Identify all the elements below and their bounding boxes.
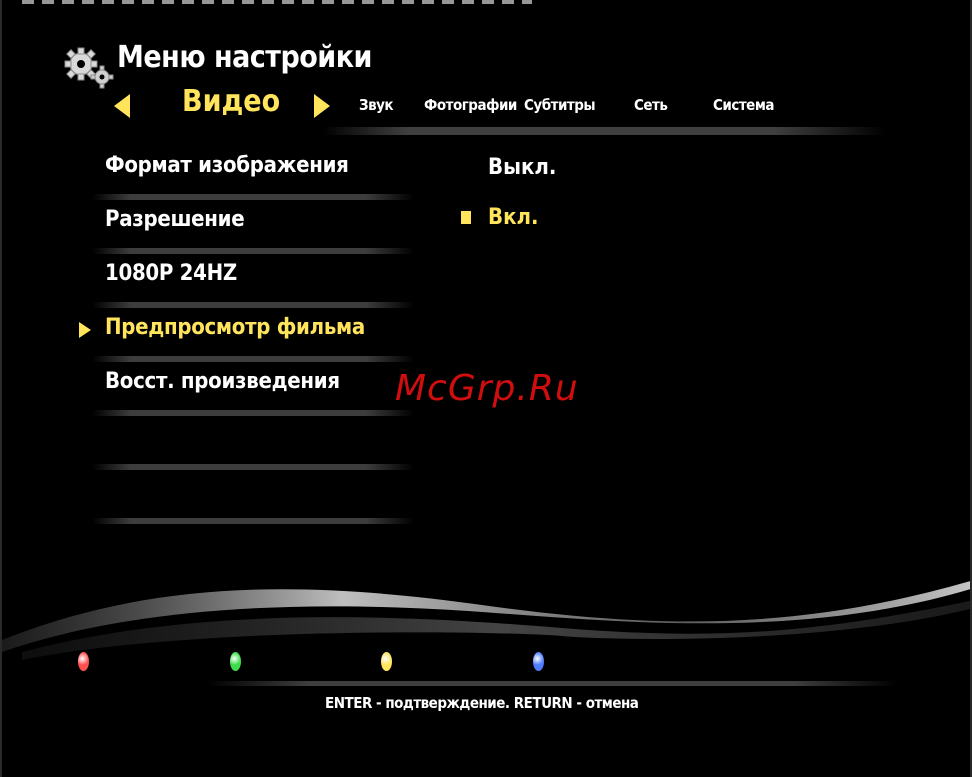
tab-subtitles[interactable]: Субтитры [524,96,596,114]
red-button-icon[interactable] [78,652,89,671]
row-divider [92,248,414,254]
menu-item-aspect-ratio[interactable]: Формат изображения [105,153,349,178]
option-off[interactable]: Выкл. [488,155,556,180]
selection-arrow-icon [79,322,91,338]
tab-video[interactable]: Видео [182,84,280,119]
decorative-wave [2,581,970,660]
option-on[interactable]: Вкл. [488,205,539,230]
footer-hint: ENTER - подтверждение. RETURN - отмена [325,694,639,712]
row-divider [92,518,414,524]
tabs-divider [322,127,887,135]
row-divider [92,194,414,200]
row-divider [92,356,414,362]
tab-system[interactable]: Система [713,96,774,114]
top-border-decoration [22,0,532,4]
yellow-button-icon[interactable] [381,652,392,671]
row-divider [92,302,414,308]
tab-next-arrow-icon[interactable] [314,94,330,118]
page-title: Меню настройки [117,40,372,75]
tab-network[interactable]: Сеть [634,96,668,114]
checked-square-icon [461,211,471,224]
menu-item-resume-playback[interactable]: Восст. произведения [105,369,340,394]
blue-button-icon[interactable] [533,652,544,671]
tab-prev-arrow-icon[interactable] [114,94,130,118]
menu-item-1080p-24hz[interactable]: 1080P 24HZ [105,261,237,286]
row-divider [92,464,414,470]
settings-screen: Меню настройки Видео Звук Фотографии Суб… [0,0,972,777]
menu-item-movie-preview[interactable]: Предпросмотр фильма [105,315,365,340]
watermark: McGrp.Ru [395,368,579,409]
tab-photos[interactable]: Фотографии [424,96,517,114]
tab-audio[interactable]: Звук [359,96,394,114]
green-button-icon[interactable] [230,652,241,671]
menu-item-resolution[interactable]: Разрешение [105,207,245,232]
footer-divider [207,681,897,686]
gears-icon [64,47,114,89]
row-divider [92,410,414,416]
